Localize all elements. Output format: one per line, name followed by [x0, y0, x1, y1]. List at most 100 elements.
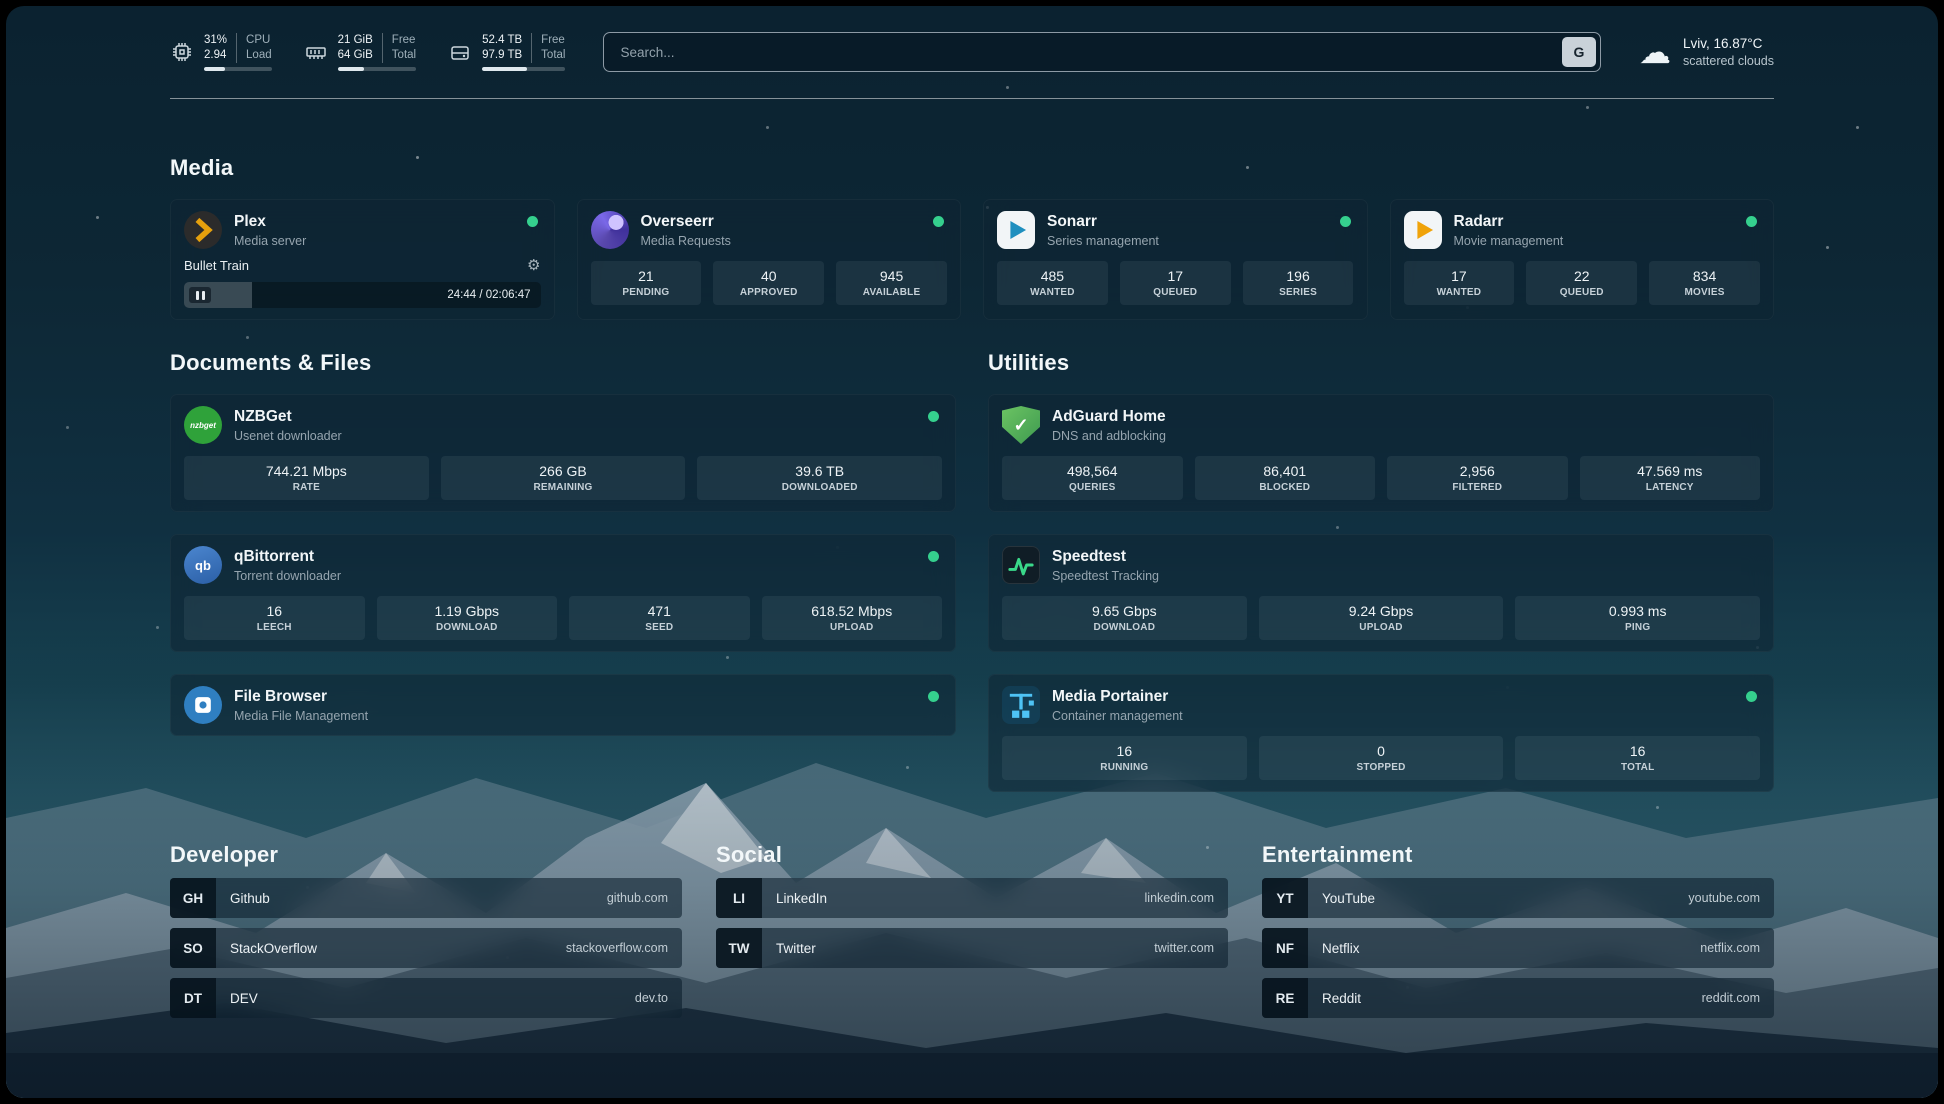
memory-widget: 21 GiB 64 GiB Free Total — [304, 33, 416, 71]
service-card-sonarr[interactable]: SonarrSeries management485WANTED17QUEUED… — [983, 199, 1368, 320]
service-titles: RadarrMovie management — [1454, 213, 1564, 248]
bookmark-abbr: SO — [170, 928, 216, 968]
section-title-utilities: Utilities — [988, 350, 1774, 376]
stat-box-queries: 498,564QUERIES — [1002, 456, 1183, 500]
playback-time: 24:44 / 02:06:47 — [447, 282, 530, 308]
nzbget-icon: nzbget — [184, 406, 222, 444]
stat-value: 744.21 Mbps — [188, 462, 425, 480]
section-title-documents: Documents & Files — [170, 350, 956, 376]
bookmark-name: YouTube — [1308, 878, 1688, 918]
top-bar: 31% 2.94 CPU Load — [170, 32, 1774, 72]
playback-progress-bar[interactable]: 24:44 / 02:06:47 — [184, 282, 541, 308]
stat-label: PING — [1519, 622, 1756, 633]
weather-widget[interactable]: ☁ Lviv, 16.87°C scattered clouds — [1639, 36, 1774, 68]
stat-value: 17 — [1124, 267, 1227, 285]
service-description: DNS and adblocking — [1052, 429, 1166, 443]
service-card-overseerr[interactable]: Overseerr Media Requests 21 PENDING 40APPROV… — [577, 199, 962, 320]
stat-box-series: 196SERIES — [1243, 261, 1354, 305]
search-input[interactable] — [603, 32, 1601, 72]
stat-value: 16 — [1006, 742, 1243, 760]
service-name: NZBGet — [234, 408, 342, 426]
service-card-speedtest[interactable]: SpeedtestSpeedtest Tracking9.65 GbpsDOWN… — [988, 534, 1774, 652]
bookmark-group-title: Social — [716, 842, 1228, 868]
bookmark-twitter[interactable]: TWTwittertwitter.com — [716, 928, 1228, 968]
search-provider-button[interactable]: G — [1562, 37, 1596, 67]
bookmark-dev[interactable]: DTDEVdev.to — [170, 978, 682, 1018]
bookmark-abbr: DT — [170, 978, 216, 1018]
stat-box-wanted: 17WANTED — [1404, 261, 1515, 305]
stat-box-filtered: 2,956FILTERED — [1387, 456, 1568, 500]
service-card-header: RadarrMovie management — [1404, 211, 1761, 249]
service-name: Plex — [234, 213, 306, 231]
stat-value: 834 — [1653, 267, 1756, 285]
stat-label: TOTAL — [1519, 762, 1756, 773]
portainer-icon — [1002, 686, 1040, 724]
service-card-adguard[interactable]: ✓AdGuard HomeDNS and adblocking498,564QU… — [988, 394, 1774, 512]
bookmark-github[interactable]: GHGithubgithub.com — [170, 878, 682, 918]
stat-label: PENDING — [595, 287, 698, 298]
gear-icon[interactable]: ⚙ — [527, 258, 540, 273]
stat-box-wanted: 485WANTED — [997, 261, 1108, 305]
service-card-portainer[interactable]: Media PortainerContainer management16RUN… — [988, 674, 1774, 792]
service-stats-row: 498,564QUERIES86,401BLOCKED2,956FILTERED… — [1002, 456, 1760, 500]
service-card-plex[interactable]: PlexMedia serverBullet Train⚙24:44 / 02:… — [170, 199, 555, 320]
service-description: Series management — [1047, 234, 1159, 248]
bookmark-netflix[interactable]: NFNetflixnetflix.com — [1262, 928, 1774, 968]
cpu-readout: 31% 2.94 CPU Load — [204, 33, 272, 71]
service-description: Container management — [1052, 709, 1183, 723]
service-card-qbittorrent[interactable]: qbqBittorrentTorrent downloader16LEECH1.… — [170, 534, 956, 652]
stat-value: 2,956 — [1391, 462, 1564, 480]
bookmark-abbr: GH — [170, 878, 216, 918]
service-card-radarr[interactable]: RadarrMovie management 17WANTED 22 QUEUED 83… — [1390, 199, 1775, 320]
weather-location-temp: Lviv, 16.87°C — [1683, 36, 1774, 51]
service-titles: Overseerr Media Requests — [641, 213, 731, 248]
media-cards-row: PlexMedia serverBullet Train⚙24:44 / 02:… — [170, 199, 1774, 320]
stat-value: 196 — [1247, 267, 1350, 285]
utilities-cards: ✓AdGuard HomeDNS and adblocking498,564QU… — [988, 394, 1774, 792]
bookmark-youtube[interactable]: YTYouTubeyoutube.com — [1262, 878, 1774, 918]
stat-value: 22 — [1530, 267, 1633, 285]
bookmark-name: Github — [216, 878, 607, 918]
cpu-percent: 31% — [204, 33, 227, 48]
service-name: Overseerr — [641, 213, 731, 231]
stat-label: QUEUED — [1530, 287, 1633, 298]
disk-progress-fill — [482, 67, 527, 71]
service-card-header: File BrowserMedia File Management — [184, 686, 942, 724]
stat-label: UPLOAD — [1263, 622, 1500, 633]
stat-value: 9.65 Gbps — [1006, 602, 1243, 620]
service-description: Speedtest Tracking — [1052, 569, 1159, 583]
stat-value: 485 — [1001, 267, 1104, 285]
service-card-header: qbqBittorrentTorrent downloader — [184, 546, 942, 584]
stat-box-leech: 16LEECH — [184, 596, 365, 640]
stat-box-approved: 40APPROVED — [713, 261, 824, 305]
bookmark-group-entertainment: Entertainment YTYouTubeyoutube.com NFNetfl… — [1262, 842, 1774, 1018]
service-description: Usenet downloader — [234, 429, 342, 443]
bookmark-linkedin[interactable]: LILinkedInlinkedin.com — [716, 878, 1228, 918]
service-stats-row: 485WANTED17QUEUED196SERIES — [997, 261, 1354, 305]
service-card-nzbget[interactable]: nzbget NZBGet Usenet downloader 744.21 Mbps… — [170, 394, 956, 512]
stat-label: BLOCKED — [1199, 482, 1372, 493]
status-online-dot — [1746, 691, 1757, 702]
bookmark-stackoverflow[interactable]: SOStackOverflowstackoverflow.com — [170, 928, 682, 968]
bookmark-domain: youtube.com — [1688, 878, 1774, 918]
bookmark-reddit[interactable]: RERedditreddit.com — [1262, 978, 1774, 1018]
stat-value: 945 — [840, 267, 943, 285]
stat-value: 21 — [595, 267, 698, 285]
service-description: Movie management — [1454, 234, 1564, 248]
stat-label: LEECH — [188, 622, 361, 633]
stat-box-running: 16RUNNING — [1002, 736, 1247, 780]
bookmark-group-title: Entertainment — [1262, 842, 1774, 868]
bookmark-group-social: Social LILinkedInlinkedin.com TWTwittertwi… — [716, 842, 1228, 1018]
stat-label: SEED — [573, 622, 746, 633]
stat-box-latency: 47.569 msLATENCY — [1580, 456, 1761, 500]
bookmark-abbr: LI — [716, 878, 762, 918]
pause-button[interactable] — [189, 287, 211, 303]
stat-value: 471 — [573, 602, 746, 620]
stat-box-pending: 21 PENDING — [591, 261, 702, 305]
status-online-dot — [1746, 216, 1757, 227]
service-description: Media server — [234, 234, 306, 248]
weather-condition: scattered clouds — [1683, 54, 1774, 68]
service-description: Media Requests — [641, 234, 731, 248]
service-card-filebrowser[interactable]: File BrowserMedia File Management — [170, 674, 956, 736]
disk-total: 97.9 TB — [482, 48, 522, 63]
